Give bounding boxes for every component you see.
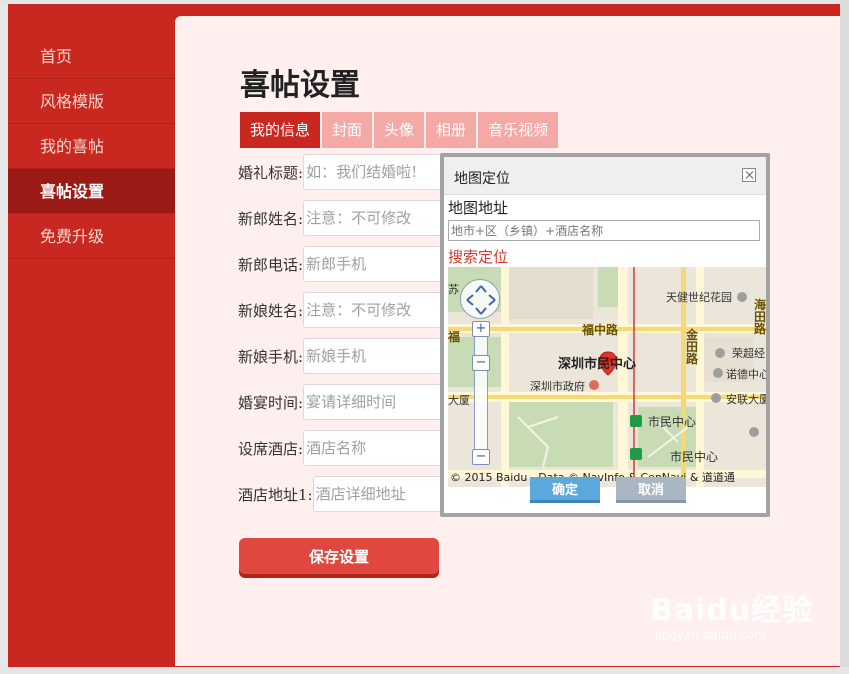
map-label: 深圳市民中心: [558, 357, 637, 372]
tab-album[interactable]: 相册: [426, 112, 477, 148]
field-label: 新郎电话:: [238, 255, 304, 274]
map-location-dialog: 地图定位 地图地址 搜索定位: [440, 153, 770, 517]
map-label: 海田路: [754, 298, 766, 336]
form-row-bride-name: 新娘姓名:: [238, 292, 464, 328]
confirm-button[interactable]: 确定: [530, 477, 600, 503]
form-row-banquet-time: 婚宴时间:: [238, 384, 464, 420]
form-row-groom-phone: 新郎电话:: [238, 246, 464, 282]
field-label: 新娘姓名:: [238, 301, 304, 320]
sidebar-item-free-upgrade[interactable]: 免费升级: [8, 214, 175, 259]
dialog-title: 地图定位: [454, 171, 510, 187]
tab-avatar[interactable]: 头像: [374, 112, 425, 148]
sidebar-item-style-templates[interactable]: 风格模版: [8, 79, 175, 124]
zoom-handle-icon[interactable]: −: [472, 355, 490, 371]
map-label: 福中路: [582, 323, 619, 337]
map-label: 天健世纪花园: [666, 291, 732, 304]
frame-bottom-edge: [0, 667, 849, 674]
tab-my-info[interactable]: 我的信息: [240, 112, 321, 148]
map-label: 深圳市政府: [530, 380, 585, 393]
form-row-hotel-address: 酒店地址1:: [238, 476, 473, 512]
page-title: 喜帖设置: [240, 68, 360, 103]
map-label: 福: [448, 330, 461, 344]
map-label: 市民中心: [648, 415, 697, 429]
sidebar: 首页 风格模版 我的喜帖 喜帖设置 免费升级: [8, 34, 175, 259]
map-pan-control[interactable]: [460, 279, 500, 319]
map-label: 市民中心: [670, 450, 719, 464]
frame-top-edge: [0, 0, 849, 4]
close-icon[interactable]: [742, 168, 756, 182]
tab-cover[interactable]: 封面: [322, 112, 373, 148]
frame-right-edge: [840, 0, 849, 674]
form-row-groom-name: 新郎姓名:: [238, 200, 464, 236]
field-label: 婚礼标题:: [238, 163, 304, 182]
map-label: 荣超经贸: [732, 347, 766, 360]
field-label: 新郎姓名:: [238, 209, 304, 228]
field-label: 新娘手机:: [238, 347, 304, 366]
map-label: 大厦: [448, 394, 470, 407]
pan-arrows-icon: [466, 285, 496, 315]
dialog-header: 地图定位: [444, 157, 766, 195]
sidebar-item-my-invitations[interactable]: 我的喜帖: [8, 124, 175, 169]
save-settings-button[interactable]: 保存设置: [239, 538, 439, 574]
field-label: 婚宴时间:: [238, 393, 304, 412]
map-label: 诺德中心: [726, 368, 766, 381]
search-location-link[interactable]: 搜索定位: [448, 246, 508, 267]
form-row-wedding-title: 婚礼标题:: [238, 154, 464, 190]
map-address-input[interactable]: [448, 220, 760, 241]
map-label: 金田路: [686, 328, 699, 366]
sidebar-item-invitation-settings[interactable]: 喜帖设置: [8, 169, 175, 214]
tab-music-video[interactable]: 音乐视频: [478, 112, 559, 148]
form-row-hotel-name: 设席酒店:: [238, 430, 464, 466]
zoom-in-icon[interactable]: +: [472, 321, 490, 337]
dialog-button-bar: 确定 取消: [444, 477, 766, 505]
watermark-url: jingyan.baidu.com: [655, 628, 766, 642]
map-label: 安联大厦: [726, 393, 766, 406]
tab-bar: 我的信息 封面 头像 相册 音乐视频: [240, 112, 560, 148]
cancel-button[interactable]: 取消: [616, 477, 686, 503]
map-label: 苏: [448, 283, 459, 296]
field-label: 设席酒店:: [238, 439, 304, 458]
baidu-jingyan-watermark: Baidu经验: [650, 593, 814, 628]
field-label: 酒店地址1:: [238, 485, 313, 504]
zoom-out-icon[interactable]: −: [472, 449, 490, 465]
form-row-bride-phone: 新娘手机:: [238, 338, 464, 374]
map-view[interactable]: 天健世纪花园 福中路 金田路 深圳市民中心 荣超经贸 深圳市政府 诺德中心 安联…: [448, 267, 766, 487]
sidebar-item-home[interactable]: 首页: [8, 34, 175, 79]
map-zoom-slider[interactable]: [474, 323, 488, 465]
map-address-label: 地图地址: [448, 199, 509, 217]
